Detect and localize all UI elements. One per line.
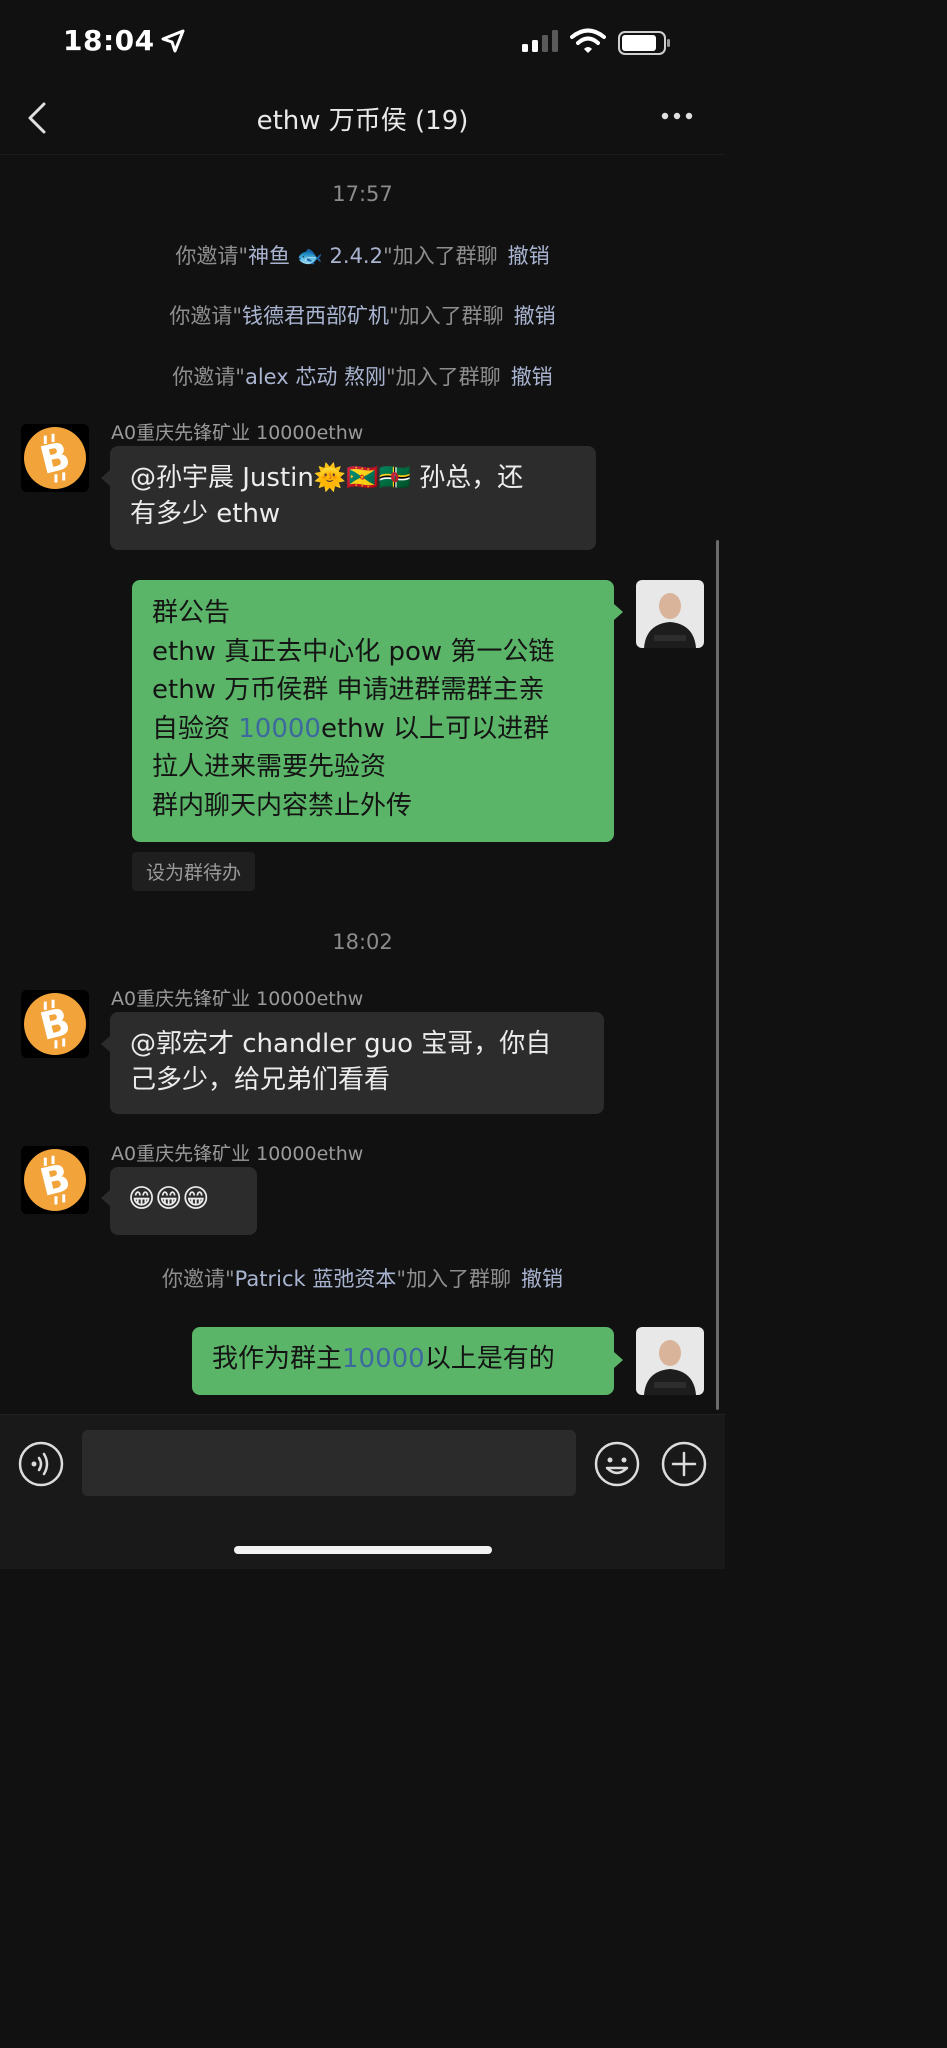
undo-link[interactable]: 撤销 (511, 365, 553, 389)
voice-icon[interactable] (18, 1441, 64, 1487)
status-time: 18:04 (63, 24, 155, 57)
user-photo (636, 580, 704, 648)
more-dots-icon[interactable] (660, 110, 694, 122)
invitee-name[interactable]: 神鱼 🐟 2.4.2 (248, 244, 383, 268)
emoji-icon[interactable] (594, 1441, 640, 1487)
message-line: 我作为群主10000以上是有的 (212, 1341, 594, 1377)
sender-name: A0重庆先锋矿业 10000ethw (111, 422, 364, 444)
bubble-tail (101, 1190, 110, 1206)
bubble-tail (614, 604, 623, 620)
sender-name: A0重庆先锋矿业 10000ethw (111, 1143, 364, 1165)
system-invite-message: 你邀请"钱德君西部矿机"加入了群聊 撤销 (0, 300, 725, 330)
message-line: @孙宇晨 Justin🌞🇬🇩🇩🇲 孙总，还 (130, 463, 524, 493)
text: 我作为群主 (212, 1344, 343, 1374)
invite-suffix: "加入了群聊 (386, 365, 501, 389)
invite-prefix: 你邀请" (169, 304, 242, 328)
invite-suffix: "加入了群聊 (382, 244, 498, 268)
bubble-tail (101, 1036, 110, 1052)
plus-icon[interactable] (661, 1441, 707, 1487)
home-indicator[interactable] (234, 1546, 492, 1554)
bubble-tail (101, 470, 110, 486)
number-link[interactable]: 10000 (342, 1344, 425, 1374)
message-line: 群公告 (152, 598, 231, 628)
my-avatar[interactable] (636, 580, 704, 648)
bitcoin-avatar: B (21, 424, 89, 492)
text: 自验资 (152, 713, 239, 744)
invite-prefix: 你邀请" (172, 365, 245, 389)
system-invite-message: 你邀请"alex 芯动 熬刚"加入了群聊 撤销 (0, 361, 725, 391)
sender-avatar[interactable]: B (21, 990, 89, 1058)
invitee-name[interactable]: 钱德君西部矿机 (242, 304, 389, 328)
chat-title: ethw 万币侯 (19) (256, 106, 469, 136)
scrollbar[interactable] (716, 540, 719, 1410)
undo-link[interactable]: 撤销 (508, 244, 550, 268)
message-bubble-mine[interactable]: 我作为群主10000以上是有的 (192, 1327, 614, 1395)
system-invite-message: 你邀请"Patrick 蓝弛资本"加入了群聊 撤销 (0, 1263, 725, 1293)
text: ethw 以上可以进群 (320, 713, 550, 744)
invite-prefix: 你邀请" (161, 1267, 235, 1291)
user-photo (636, 1327, 704, 1395)
invitee-name[interactable]: alex 芯动 熬刚 (245, 365, 386, 389)
message-line: 群内聊天内容禁止外传 (152, 790, 413, 821)
bitcoin-avatar: B (21, 990, 89, 1058)
message-bubble-mine[interactable]: 群公告 ethw 真正去中心化 pow 第一公链 ethw 万币侯群 申请进群需… (132, 580, 614, 842)
location-arrow-icon (161, 29, 185, 53)
message-line: 😁😁😁 (128, 1184, 210, 1214)
sender-avatar[interactable]: B (21, 424, 89, 492)
bitcoin-avatar: B (21, 1146, 89, 1214)
message-line: ethw 真正去中心化 pow 第一公链 (152, 636, 555, 667)
invitee-name[interactable]: Patrick 蓝弛资本 (235, 1267, 397, 1291)
undo-link[interactable]: 撤销 (521, 1267, 563, 1291)
sender-name: A0重庆先锋矿业 10000ethw (111, 988, 364, 1010)
message-input[interactable] (82, 1430, 576, 1496)
timestamp: 17:57 (332, 182, 393, 206)
message-line: 拉人进来需要先验资 (152, 752, 387, 782)
invite-suffix: "加入了群聊 (396, 1267, 512, 1291)
text: 以上是有的 (424, 1344, 555, 1374)
message-line: 有多少 ethw (130, 499, 281, 529)
undo-link[interactable]: 撤销 (514, 304, 556, 328)
message-line: ethw 万币侯群 申请进群需群主亲 (152, 675, 545, 705)
message-bubble[interactable]: 😁😁😁 (110, 1167, 257, 1235)
invite-prefix: 你邀请" (175, 244, 249, 268)
wifi-icon (570, 28, 606, 53)
signal-icon (522, 30, 558, 52)
message-bubble[interactable]: @孙宇晨 Justin🌞🇬🇩🇩🇲 孙总，还 有多少 ethw (110, 446, 596, 550)
message-line: 自验资 10000ethw 以上可以进群 (152, 710, 594, 749)
timestamp: 18:02 (332, 930, 393, 954)
bubble-tail (614, 1352, 623, 1368)
set-group-todo-button[interactable]: 设为群待办 (132, 852, 256, 891)
message-bubble[interactable]: @郭宏才 chandler guo 宝哥，你自 己多少，给兄弟们看看 (110, 1012, 604, 1114)
number-link[interactable]: 10000 (238, 714, 321, 744)
sender-avatar[interactable]: B (21, 1146, 89, 1214)
my-avatar[interactable] (636, 1327, 704, 1395)
message-line: 己多少，给兄弟们看看 (130, 1065, 391, 1095)
battery-icon (618, 31, 670, 55)
message-line: @郭宏才 chandler guo 宝哥，你自 (130, 1029, 552, 1059)
system-invite-message: 你邀请"神鱼 🐟 2.4.2"加入了群聊 撤销 (0, 240, 725, 270)
invite-suffix: "加入了群聊 (389, 304, 504, 328)
